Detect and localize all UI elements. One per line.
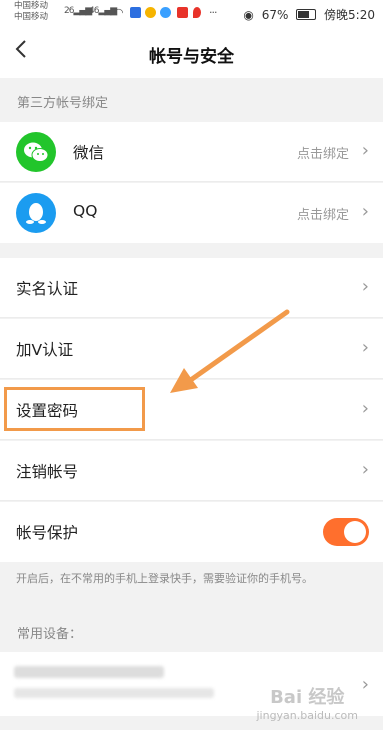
watermark: Bai 经验 jingyan.baidu.com — [256, 683, 358, 722]
status-right: ◉ 67% 傍晚5:20 — [239, 6, 375, 23]
wifi-icon: ◠ — [114, 6, 124, 19]
app-notification-icon — [160, 7, 171, 18]
watermark-logo: Bai 经验 — [270, 687, 345, 708]
qq-row[interactable]: QQ 点击绑定 › — [0, 183, 383, 243]
row-label: 注销帐号 — [16, 463, 79, 481]
qq-label: QQ — [73, 202, 98, 220]
app-notification-icon — [130, 7, 141, 18]
section-title: 常用设备： — [17, 627, 83, 642]
account-protection-row: 帐号保护 — [0, 502, 383, 562]
qq-icon — [16, 193, 56, 233]
page-title: 帐号与安全 — [149, 47, 234, 67]
signal-2-label: 46 — [89, 6, 100, 16]
device-name-blurred — [14, 666, 164, 678]
account-protection-toggle[interactable] — [323, 518, 369, 546]
more-notifications-icon: ··· — [209, 6, 217, 19]
row-label: 实名认证 — [16, 280, 79, 298]
carrier-info: 中国移动 中国移动 — [14, 1, 48, 23]
location-icon — [193, 7, 201, 18]
nav-bar: 帐号与安全 — [0, 28, 383, 78]
chevron-right-icon: › — [361, 337, 369, 358]
cancel-account-row[interactable]: 注销帐号 › — [0, 441, 383, 501]
chevron-right-icon: › — [361, 398, 369, 419]
status-bar: 中国移动 中国移动 26▂▄▆ 46▂▄▆ ◠ ··· ◉ 67% 傍晚5:20 — [0, 0, 383, 28]
watermark-url: jingyan.baidu.com — [256, 709, 358, 722]
wechat-label: 微信 — [73, 144, 105, 162]
annotation-highlight-box — [4, 387, 145, 431]
chevron-right-icon: › — [361, 201, 369, 222]
third-party-section-header: 第三方帐号绑定 — [0, 78, 383, 122]
signal-icon: 46▂▄▆ — [89, 6, 117, 16]
chevron-right-icon: › — [361, 140, 369, 161]
row-label: 帐号保护 — [16, 524, 79, 542]
wechat-glyph — [24, 142, 49, 162]
divider — [0, 439, 383, 440]
bind-hint: 点击绑定 — [296, 147, 349, 162]
chevron-right-icon: › — [361, 276, 369, 297]
carrier-2: 中国移动 — [14, 12, 49, 22]
annotation-arrow-icon — [170, 309, 290, 393]
chevron-right-icon: › — [361, 459, 369, 480]
divider — [0, 181, 383, 182]
qq-glyph — [26, 203, 46, 224]
protection-note: 开启后，在不常用的手机上登录快手，需要验证你的手机号。 — [16, 572, 313, 585]
clock: 傍晚5:20 — [324, 8, 375, 22]
devices-section-header: 常用设备： — [0, 612, 383, 652]
wechat-icon — [16, 132, 56, 172]
section-title: 第三方帐号绑定 — [17, 96, 109, 111]
battery-percent: 67% — [261, 8, 289, 22]
row-label: 加V认证 — [16, 341, 74, 359]
chevron-right-icon: › — [361, 674, 369, 695]
carrier-1: 中国移动 — [14, 1, 49, 11]
signal-1-label: 26 — [64, 6, 75, 16]
wechat-row[interactable]: 微信 点击绑定 › — [0, 122, 383, 182]
app-notification-icon — [145, 7, 156, 18]
signal-icon: 26▂▄▆ — [64, 6, 92, 16]
toggle-knob — [344, 521, 366, 543]
battery-icon — [296, 9, 317, 20]
app-notification-icon — [177, 7, 188, 18]
device-info-blurred — [14, 688, 214, 698]
divider — [0, 500, 383, 501]
eye-icon: ◉ — [243, 8, 254, 22]
bind-hint: 点击绑定 — [296, 208, 349, 223]
